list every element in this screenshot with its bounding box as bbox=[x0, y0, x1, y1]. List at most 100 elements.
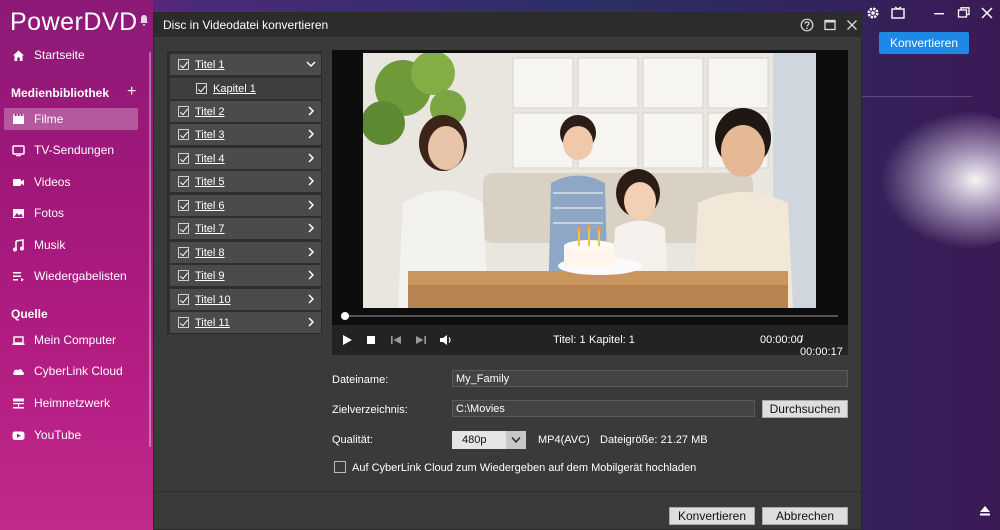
seek-bar[interactable] bbox=[342, 315, 838, 317]
eject-icon[interactable] bbox=[979, 505, 991, 517]
sidebar-item-wiedergabelisten[interactable]: Wiedergabelisten bbox=[4, 265, 138, 287]
title-label[interactable]: Titel 4 bbox=[195, 153, 225, 165]
cancel-button[interactable]: Abbrechen bbox=[762, 507, 848, 525]
title-checkbox[interactable] bbox=[178, 106, 189, 117]
title-label[interactable]: Titel 5 bbox=[195, 176, 225, 188]
title-checkbox[interactable] bbox=[178, 176, 189, 187]
sidebar: PowerDVD Startseite Medienbibliothek + F… bbox=[0, 0, 153, 530]
chevron-right-icon[interactable] bbox=[306, 270, 316, 280]
filename-label: Dateiname: bbox=[332, 374, 389, 386]
gear-icon[interactable] bbox=[866, 6, 880, 20]
tv-icon bbox=[12, 144, 25, 156]
title-label[interactable]: Titel 6 bbox=[195, 200, 225, 212]
title-row[interactable]: Titel 1 bbox=[170, 54, 321, 75]
stop-icon[interactable] bbox=[364, 333, 378, 347]
sidebar-item-filme[interactable]: Filme bbox=[4, 108, 138, 130]
close-app-icon[interactable] bbox=[980, 6, 994, 20]
title-row[interactable]: Titel 10 bbox=[170, 289, 321, 310]
filename-input[interactable] bbox=[452, 370, 848, 387]
browse-button[interactable]: Durchsuchen bbox=[762, 400, 848, 418]
chevron-down-icon[interactable] bbox=[306, 59, 316, 69]
title-row[interactable]: Titel 11 bbox=[170, 312, 321, 333]
sidebar-item-musik[interactable]: Musik bbox=[4, 234, 138, 256]
close-icon[interactable] bbox=[845, 18, 859, 32]
quality-select[interactable]: 480p bbox=[452, 431, 526, 449]
title-label[interactable]: Titel 10 bbox=[195, 294, 231, 306]
title-checkbox[interactable] bbox=[178, 317, 189, 328]
title-checkbox[interactable] bbox=[178, 294, 189, 305]
filesize-info: Dateigröße: 21.27 MB bbox=[600, 434, 708, 446]
title-checkbox[interactable] bbox=[178, 153, 189, 164]
chapter-label[interactable]: Kapitel 1 bbox=[213, 83, 256, 95]
target-directory-input[interactable] bbox=[452, 400, 755, 417]
sidebar-scrollbar[interactable] bbox=[149, 52, 151, 447]
upload-label[interactable]: Auf CyberLink Cloud zum Wiedergeben auf … bbox=[352, 462, 696, 474]
home-icon bbox=[13, 50, 24, 61]
maximize-icon[interactable] bbox=[823, 18, 837, 32]
convert-button-main[interactable]: Konvertieren bbox=[879, 32, 969, 54]
restore-icon[interactable] bbox=[957, 6, 971, 20]
chevron-right-icon[interactable] bbox=[306, 317, 316, 327]
minimize-icon[interactable] bbox=[932, 6, 946, 20]
title-row[interactable]: Titel 4 bbox=[170, 148, 321, 169]
seek-handle[interactable] bbox=[341, 312, 349, 320]
video-frame-family-birthday bbox=[363, 53, 816, 308]
title-checkbox[interactable] bbox=[178, 270, 189, 281]
chevron-right-icon[interactable] bbox=[306, 247, 316, 257]
title-label[interactable]: Titel 7 bbox=[195, 223, 225, 235]
chapter-checkbox[interactable] bbox=[196, 83, 207, 94]
convert-dialog: Disc in Videodatei konvertieren Titel 1 … bbox=[153, 12, 862, 530]
title-row[interactable]: Titel 6 bbox=[170, 195, 321, 216]
title-label[interactable]: Titel 2 bbox=[195, 106, 225, 118]
chevron-right-icon[interactable] bbox=[306, 223, 316, 233]
sidebar-item-fotos[interactable]: Fotos bbox=[4, 202, 138, 224]
convert-button[interactable]: Konvertieren bbox=[669, 507, 755, 525]
sidebar-item-youtube[interactable]: YouTube bbox=[4, 424, 138, 446]
chevron-right-icon[interactable] bbox=[306, 106, 316, 116]
previous-icon[interactable] bbox=[389, 333, 403, 347]
title-row[interactable]: Titel 2 bbox=[170, 101, 321, 122]
next-icon[interactable] bbox=[414, 333, 428, 347]
help-icon[interactable] bbox=[800, 18, 814, 32]
title-checkbox[interactable] bbox=[178, 247, 189, 258]
bell-icon[interactable] bbox=[139, 14, 149, 26]
video-preview[interactable] bbox=[332, 50, 848, 325]
sidebar-item-startseite[interactable]: Startseite bbox=[4, 44, 138, 66]
title-checkbox[interactable] bbox=[178, 223, 189, 234]
title-checkbox[interactable] bbox=[178, 129, 189, 140]
title-checkbox[interactable] bbox=[178, 200, 189, 211]
title-checkbox[interactable] bbox=[178, 59, 189, 70]
title-row[interactable]: Titel 9 bbox=[170, 265, 321, 286]
title-label[interactable]: Titel 3 bbox=[195, 129, 225, 141]
chevron-right-icon[interactable] bbox=[306, 200, 316, 210]
sidebar-item-videos[interactable]: Videos bbox=[4, 171, 138, 193]
title-row[interactable]: Titel 5 bbox=[170, 171, 321, 192]
title-row[interactable]: Titel 3 bbox=[170, 124, 321, 145]
volume-icon[interactable] bbox=[439, 333, 453, 347]
title-label[interactable]: Titel 11 bbox=[195, 317, 230, 329]
chevron-right-icon[interactable] bbox=[306, 294, 316, 304]
title-label[interactable]: Titel 9 bbox=[195, 270, 225, 282]
title-label[interactable]: Titel 1 bbox=[195, 59, 225, 71]
chevron-right-icon[interactable] bbox=[306, 129, 316, 139]
chapter-info: Kapitel: 1 bbox=[589, 334, 635, 346]
tv-screen-icon[interactable] bbox=[891, 6, 905, 20]
sidebar-item-heimnetzwerk[interactable]: Heimnetzwerk bbox=[4, 392, 138, 414]
sidebar-item-tv-sendungen[interactable]: TV-Sendungen bbox=[4, 139, 138, 161]
cloud-icon bbox=[13, 368, 24, 375]
add-icon[interactable]: + bbox=[127, 83, 136, 101]
title-row[interactable]: Titel 7 bbox=[170, 218, 321, 239]
chapter-row[interactable]: Kapitel 1 bbox=[170, 78, 321, 99]
title-row[interactable]: Titel 8 bbox=[170, 242, 321, 263]
chevron-down-icon[interactable] bbox=[506, 431, 526, 449]
photo-icon bbox=[13, 208, 24, 218]
title-list: Titel 1 Kapitel 1 Titel 2 Titel 3 Titel … bbox=[167, 51, 322, 334]
title-label[interactable]: Titel 8 bbox=[195, 247, 225, 259]
sidebar-item-mein-computer[interactable]: Mein Computer bbox=[4, 329, 138, 351]
chevron-right-icon[interactable] bbox=[306, 153, 316, 163]
play-icon[interactable] bbox=[340, 333, 354, 347]
chevron-right-icon[interactable] bbox=[306, 176, 316, 186]
youtube-icon bbox=[12, 431, 25, 440]
sidebar-item-cyberlink-cloud[interactable]: CyberLink Cloud bbox=[4, 360, 138, 382]
upload-checkbox[interactable] bbox=[334, 461, 346, 473]
